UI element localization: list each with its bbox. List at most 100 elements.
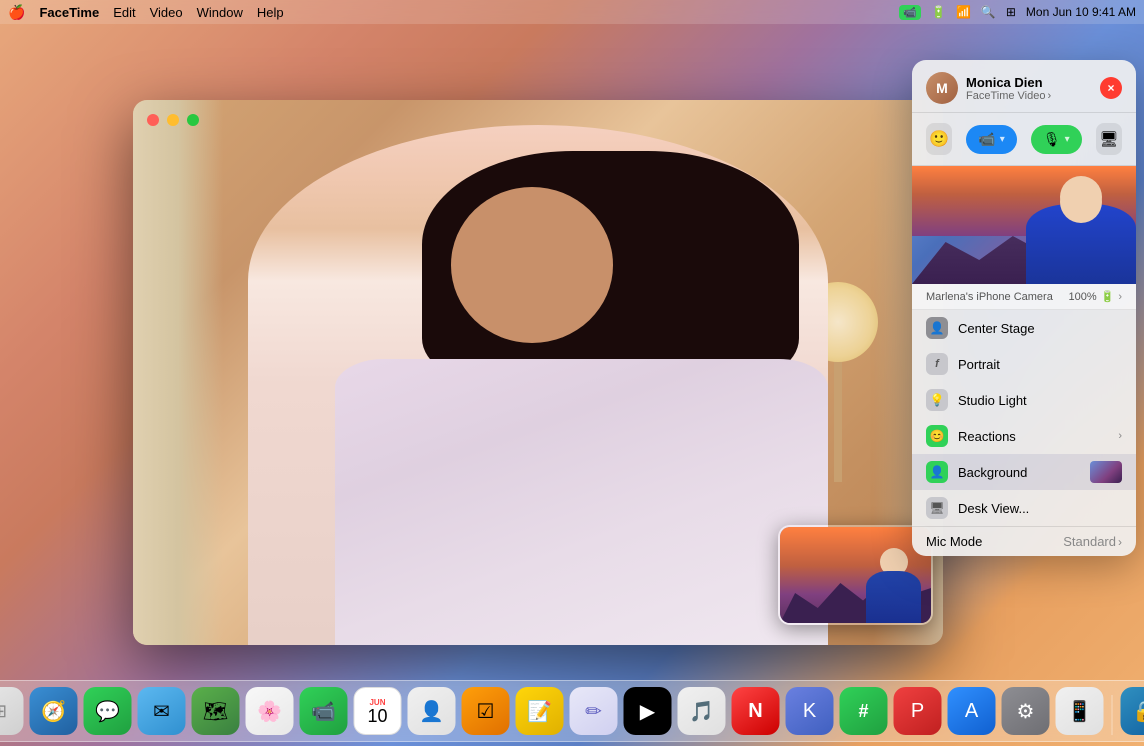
control-panel-inner: M Monica Dien FaceTime Video › × 🙂 📹 (912, 60, 1136, 556)
menu-item-background[interactable]: 👤 Background (912, 454, 1136, 490)
dock-item-launchpad[interactable]: ⊞ (0, 687, 24, 735)
control-center[interactable]: ⊞ (1006, 5, 1016, 19)
iphone-icon: 📱 (1067, 699, 1092, 724)
pages-icon: P (911, 700, 924, 723)
microphone-button[interactable]: 🎙 ▾ (1031, 125, 1082, 154)
background-icon: 👤 (926, 461, 948, 483)
menu-item-reactions[interactable]: 😊 Reactions › (912, 418, 1136, 454)
dock-item-reminders[interactable]: ☑ (462, 687, 510, 735)
menu-item-center-stage[interactable]: 👤 Center Stage (912, 310, 1136, 346)
clock: Mon Jun 10 9:41 AM (1026, 5, 1136, 19)
panel-controls-row: 🙂 📹 ▾ 🎙 ▾ 🖥 (912, 113, 1136, 166)
self-view-body (866, 571, 921, 623)
camera-source-label: Marlena's iPhone Camera (926, 291, 1053, 303)
dock-item-privacy[interactable]: 🔒 (1121, 687, 1144, 735)
dock-item-settings[interactable]: ⚙ (1002, 687, 1050, 735)
screen-share-button[interactable]: 🖥 (1096, 123, 1122, 155)
dock-item-iphone-mirroring[interactable]: 📱 (1056, 687, 1104, 735)
studio-light-label: Studio Light (958, 393, 1122, 408)
reactions-icon: 😊 (926, 425, 948, 447)
person-body (248, 125, 828, 645)
camera-source-row[interactable]: Marlena's iPhone Camera 100% 🔋 › (912, 284, 1136, 310)
center-stage-label: Center Stage (958, 321, 1122, 336)
emoji-button[interactable]: 🙂 (926, 123, 952, 155)
preview-person-container (1026, 166, 1136, 284)
video-camera-icon: 📹 (978, 131, 995, 148)
wifi-status[interactable]: 📶 (956, 5, 971, 19)
mic-mode-row[interactable]: Mic Mode Standard › (912, 526, 1136, 556)
dock-item-numbers[interactable]: # (840, 687, 888, 735)
portrait-icon: f (926, 353, 948, 375)
close-button[interactable] (147, 114, 159, 126)
dock-item-keynote[interactable]: K (786, 687, 834, 735)
contact-subtitle[interactable]: FaceTime Video › (966, 90, 1051, 102)
facetime-icon: 📹 (311, 699, 336, 724)
dock-item-notes[interactable]: 📝 (516, 687, 564, 735)
maximize-button[interactable] (187, 114, 199, 126)
mic-mode-chevron-icon: › (1118, 535, 1122, 549)
self-view-thumbnail[interactable] (778, 525, 933, 625)
dock-item-news[interactable]: N (732, 687, 780, 735)
desk-view-label: Desk View... (958, 501, 1122, 516)
menu-item-portrait[interactable]: f Portrait (912, 346, 1136, 382)
dock-separator (1112, 695, 1113, 735)
appstore-icon: A (965, 700, 978, 723)
dock-item-music[interactable]: 🎵 (678, 687, 726, 735)
battery-icon: 100% (1068, 291, 1096, 303)
facetime-window[interactable] (133, 100, 943, 645)
dock-item-messages[interactable]: 💬 (84, 687, 132, 735)
dock-item-photos[interactable]: 🌸 (246, 687, 294, 735)
menu-item-desk-view[interactable]: 🖥 Desk View... (912, 490, 1136, 526)
appletv-icon: ▶ (640, 699, 655, 724)
background-label: Background (958, 465, 1080, 480)
maps-icon: 🗺 (203, 699, 228, 724)
menu-window[interactable]: Window (197, 5, 243, 20)
background-thumbnail (1090, 461, 1122, 483)
video-background (133, 100, 943, 645)
dock-item-appstore[interactable]: A (948, 687, 996, 735)
settings-icon: ⚙ (1017, 699, 1035, 724)
search-icon[interactable]: 🔍 (981, 5, 996, 19)
preview-face (1060, 181, 1102, 223)
app-name[interactable]: FaceTime (39, 5, 99, 20)
self-view-person (866, 548, 921, 623)
minimize-button[interactable] (167, 114, 179, 126)
dock-item-mail[interactable]: ✉ (138, 687, 186, 735)
desk-view-icon: 🖥 (926, 497, 948, 519)
studio-light-icon: 💡 (926, 389, 948, 411)
photos-icon: 🌸 (257, 699, 282, 724)
apple-menu[interactable]: 🍎 (8, 4, 25, 21)
dock-item-safari[interactable]: 🧭 (30, 687, 78, 735)
menu-item-studio-light[interactable]: 💡 Studio Light (912, 382, 1136, 418)
dock-item-pages[interactable]: P (894, 687, 942, 735)
menu-edit[interactable]: Edit (113, 5, 135, 20)
menu-video[interactable]: Video (150, 5, 183, 20)
mic-chevron-icon: ▾ (1065, 134, 1070, 145)
panel-close-button[interactable]: × (1100, 77, 1122, 99)
reactions-label: Reactions (958, 429, 1108, 444)
music-icon: 🎵 (689, 699, 714, 724)
curtain-left (133, 100, 223, 645)
dock-item-facetime[interactable]: 📹 (300, 687, 348, 735)
screen-share-icon: 🖥 (1099, 130, 1118, 148)
menubar-left: 🍎 FaceTime Edit Video Window Help (8, 4, 284, 21)
contacts-icon: 👤 (419, 699, 444, 724)
menu-help[interactable]: Help (257, 5, 284, 20)
person-shirt (335, 359, 828, 645)
panel-video-preview (912, 166, 1136, 284)
dock-item-freeform[interactable]: ✏ (570, 687, 618, 735)
video-person (248, 125, 828, 645)
notes-icon: 📝 (527, 699, 552, 724)
keynote-icon: K (803, 700, 816, 723)
lamp-base (834, 362, 842, 482)
dock-item-contacts[interactable]: 👤 (408, 687, 456, 735)
privacy-icon: 🔒 (1132, 699, 1144, 724)
dock-item-calendar[interactable]: JUN 10 (354, 687, 402, 735)
facetime-menu-icon[interactable]: 📹 (899, 5, 921, 20)
dock-item-appletv[interactable]: ▶ (624, 687, 672, 735)
mic-mode-value: Standard (1063, 534, 1116, 549)
video-button[interactable]: 📹 ▾ (966, 125, 1016, 154)
menubar-right: 📹 🔋 📶 🔍 ⊞ Mon Jun 10 9:41 AM (899, 5, 1136, 20)
person-face (451, 187, 613, 343)
dock-item-maps[interactable]: 🗺 (192, 687, 240, 735)
